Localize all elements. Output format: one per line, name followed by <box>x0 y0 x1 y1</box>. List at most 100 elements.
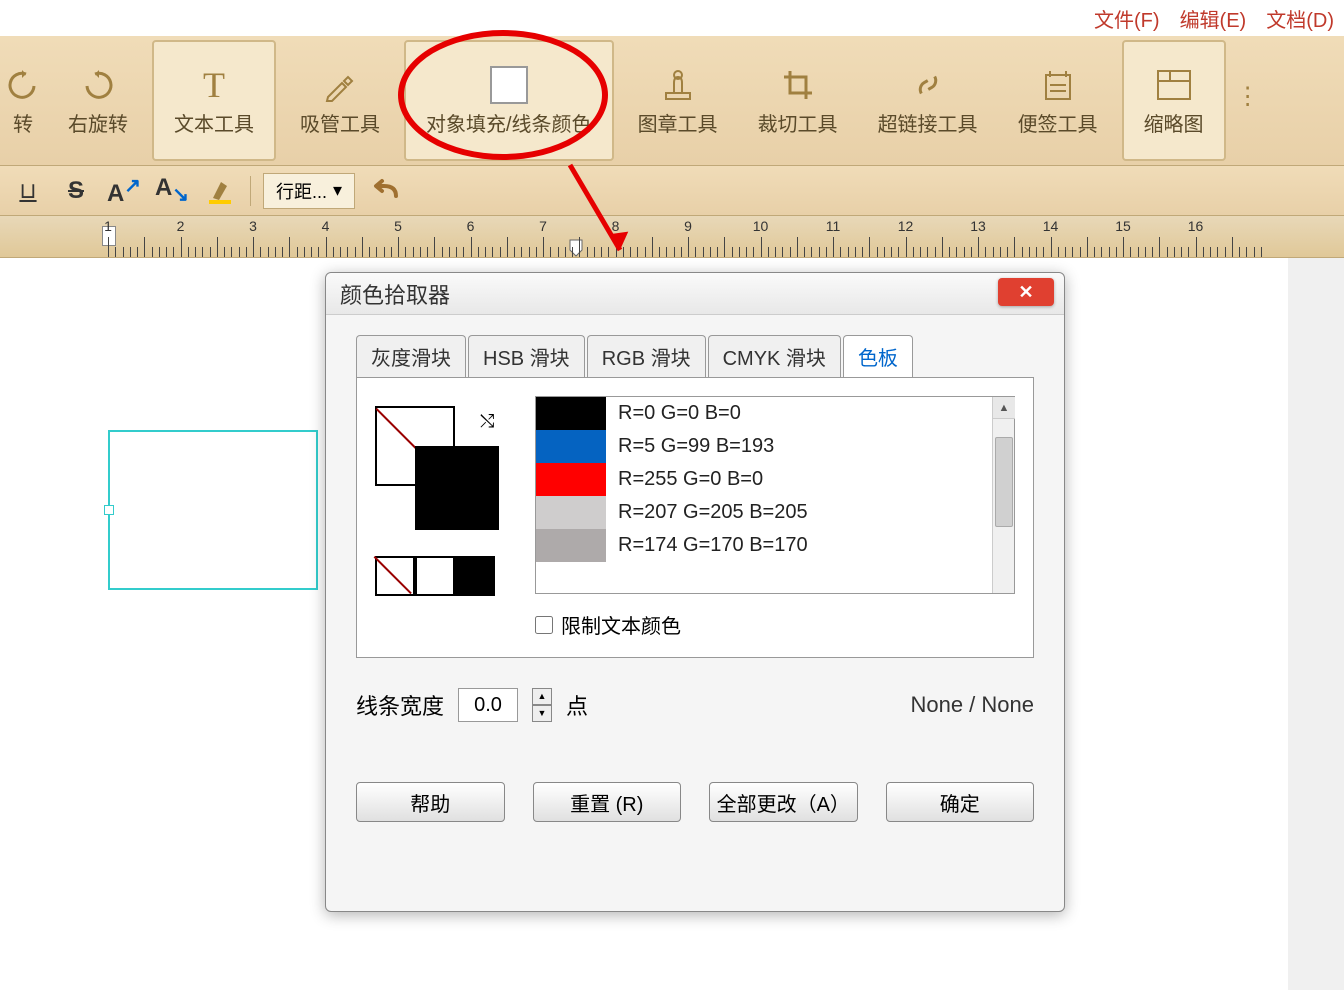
rotate-left-button[interactable]: 转 <box>0 36 48 165</box>
change-all-button[interactable]: 全部更改（A） <box>709 782 858 822</box>
tab-bar: 灰度滑块 HSB 滑块 RGB 滑块 CMYK 滑块 色板 <box>356 335 1034 378</box>
text-tool-icon: T <box>203 65 225 105</box>
underline-button[interactable]: ⊔ <box>10 173 46 209</box>
color-label: R=5 G=99 B=193 <box>606 435 774 458</box>
color-swatch <box>536 496 606 529</box>
recent-swatch-none[interactable] <box>375 556 415 596</box>
recent-swatch-white[interactable] <box>415 556 455 596</box>
tab-palette[interactable]: 色板 <box>843 335 913 377</box>
ruler-number: 9 <box>684 218 692 234</box>
color-label: R=207 G=205 B=205 <box>606 501 808 524</box>
ruler-number: 2 <box>177 218 185 234</box>
superscript-button[interactable]: A↗ <box>106 173 142 209</box>
dialog-button-row: 帮助 重置 (R) 全部更改（A） 确定 <box>356 782 1034 822</box>
subscript-button[interactable]: A↘ <box>154 173 190 209</box>
resize-handle-left[interactable] <box>104 505 114 515</box>
color-picker-dialog: 颜色拾取器 ✕ 灰度滑块 HSB 滑块 RGB 滑块 CMYK 滑块 色板 ⤭ <box>325 272 1065 912</box>
undo-button[interactable] <box>367 173 403 209</box>
strikethrough-button[interactable]: S <box>58 173 94 209</box>
hyperlink-tool-button[interactable]: 超链接工具 <box>858 36 998 165</box>
menu-file[interactable]: 文件(F) <box>1094 4 1160 33</box>
color-list-item[interactable]: R=0 G=0 B=0 <box>536 397 992 430</box>
more-icon: ⋮ <box>1236 77 1260 117</box>
color-swatch <box>536 463 606 496</box>
stamp-icon <box>660 65 696 105</box>
dialog-titlebar[interactable]: 颜色拾取器 ✕ <box>326 273 1064 315</box>
note-icon <box>1040 65 1076 105</box>
color-list-item[interactable]: R=255 G=0 B=0 <box>536 463 992 496</box>
scroll-thumb[interactable] <box>995 437 1013 527</box>
preview-swatch-front[interactable] <box>415 446 499 530</box>
fill-color-icon <box>490 65 528 105</box>
limit-text-color-checkbox[interactable]: 限制文本颜色 <box>535 610 1015 639</box>
point-label: 点 <box>566 689 588 721</box>
main-toolbar: 转 右旋转 T 文本工具 吸管工具 对象填充/线条颜色 图章工具 裁切工具 超链… <box>0 36 1344 166</box>
ruler-number: 13 <box>970 218 986 234</box>
ruler-number: 10 <box>753 218 769 234</box>
ruler-number: 4 <box>322 218 330 234</box>
reset-button[interactable]: 重置 (R) <box>533 782 682 822</box>
line-width-spinner: ▲ ▼ <box>532 688 552 722</box>
fill-line-color-button[interactable]: 对象填充/线条颜色 <box>404 40 614 161</box>
tab-rgb[interactable]: RGB 滑块 <box>587 335 706 377</box>
text-tool-button[interactable]: T 文本工具 <box>152 40 276 161</box>
help-button[interactable]: 帮助 <box>356 782 505 822</box>
scrollbar[interactable]: ▲ <box>992 397 1014 593</box>
tab-cmyk[interactable]: CMYK 滑块 <box>708 335 841 377</box>
rotate-right-button[interactable]: 右旋转 <box>48 36 148 165</box>
spinner-down[interactable]: ▼ <box>532 705 552 722</box>
ruler-tab-marker[interactable] <box>568 238 584 258</box>
dropdown-arrow-icon: ▾ <box>333 180 342 201</box>
ruler-number: 15 <box>1115 218 1131 234</box>
color-label: R=174 G=170 B=170 <box>606 534 808 557</box>
preview-column: ⤭ <box>375 396 515 639</box>
note-tool-button[interactable]: 便签工具 <box>998 36 1118 165</box>
menu-document[interactable]: 文档(D) <box>1266 4 1334 33</box>
rotate-left-icon <box>6 65 40 105</box>
menu-edit[interactable]: 编辑(E) <box>1180 4 1247 33</box>
rotate-right-icon <box>81 65 115 105</box>
color-list-item[interactable]: R=5 G=99 B=193 <box>536 430 992 463</box>
line-width-label: 线条宽度 <box>356 689 444 721</box>
limit-checkbox-input[interactable] <box>535 616 553 634</box>
crop-icon <box>780 65 816 105</box>
recent-swatches <box>375 556 515 596</box>
stamp-tool-button[interactable]: 图章工具 <box>618 36 738 165</box>
recent-swatch-black[interactable] <box>455 556 495 596</box>
highlight-button[interactable] <box>202 173 238 209</box>
eyedropper-icon <box>322 65 358 105</box>
thumbnail-button[interactable]: 缩略图 <box>1122 40 1226 161</box>
crop-tool-button[interactable]: 裁切工具 <box>738 36 858 165</box>
ruler-number: 16 <box>1188 218 1204 234</box>
tab-hsb[interactable]: HSB 滑块 <box>468 335 585 377</box>
ok-button[interactable]: 确定 <box>886 782 1035 822</box>
tab-grayscale[interactable]: 灰度滑块 <box>356 335 466 377</box>
ruler-number: 8 <box>612 218 620 234</box>
dialog-body: 灰度滑块 HSB 滑块 RGB 滑块 CMYK 滑块 色板 ⤭ <box>326 315 1064 842</box>
close-button[interactable]: ✕ <box>998 278 1054 306</box>
line-width-input[interactable] <box>458 688 518 722</box>
color-list-item[interactable]: R=174 G=170 B=170 <box>536 529 992 562</box>
spinner-up[interactable]: ▲ <box>532 688 552 705</box>
scroll-up-button[interactable]: ▲ <box>993 397 1015 419</box>
color-label: R=0 G=0 B=0 <box>606 402 741 425</box>
line-width-row: 线条宽度 ▲ ▼ 点 None / None <box>356 688 1034 722</box>
dialog-title: 颜色拾取器 <box>340 278 450 310</box>
color-swatch <box>536 430 606 463</box>
horizontal-ruler[interactable]: 12345678910111213141516 <box>0 216 1344 258</box>
eyedropper-button[interactable]: 吸管工具 <box>280 36 400 165</box>
line-spacing-dropdown[interactable]: 行距... ▾ <box>263 173 355 209</box>
selection-rectangle[interactable] <box>108 430 318 590</box>
swap-colors-button[interactable]: ⤭ <box>480 411 494 432</box>
none-none-label: None / None <box>910 692 1034 718</box>
color-swatch <box>536 397 606 430</box>
color-swatch <box>536 529 606 562</box>
thumbnail-icon <box>1156 65 1192 105</box>
ruler-number: 1 <box>104 218 112 234</box>
separator <box>250 176 251 206</box>
ruler-number: 11 <box>826 218 841 234</box>
color-list-item[interactable]: R=207 G=205 B=205 <box>536 496 992 529</box>
more-button[interactable]: ⋮ <box>1230 36 1266 165</box>
color-label: R=255 G=0 B=0 <box>606 468 763 491</box>
menu-bar: 文件(F) 编辑(E) 文档(D) <box>0 0 1344 36</box>
